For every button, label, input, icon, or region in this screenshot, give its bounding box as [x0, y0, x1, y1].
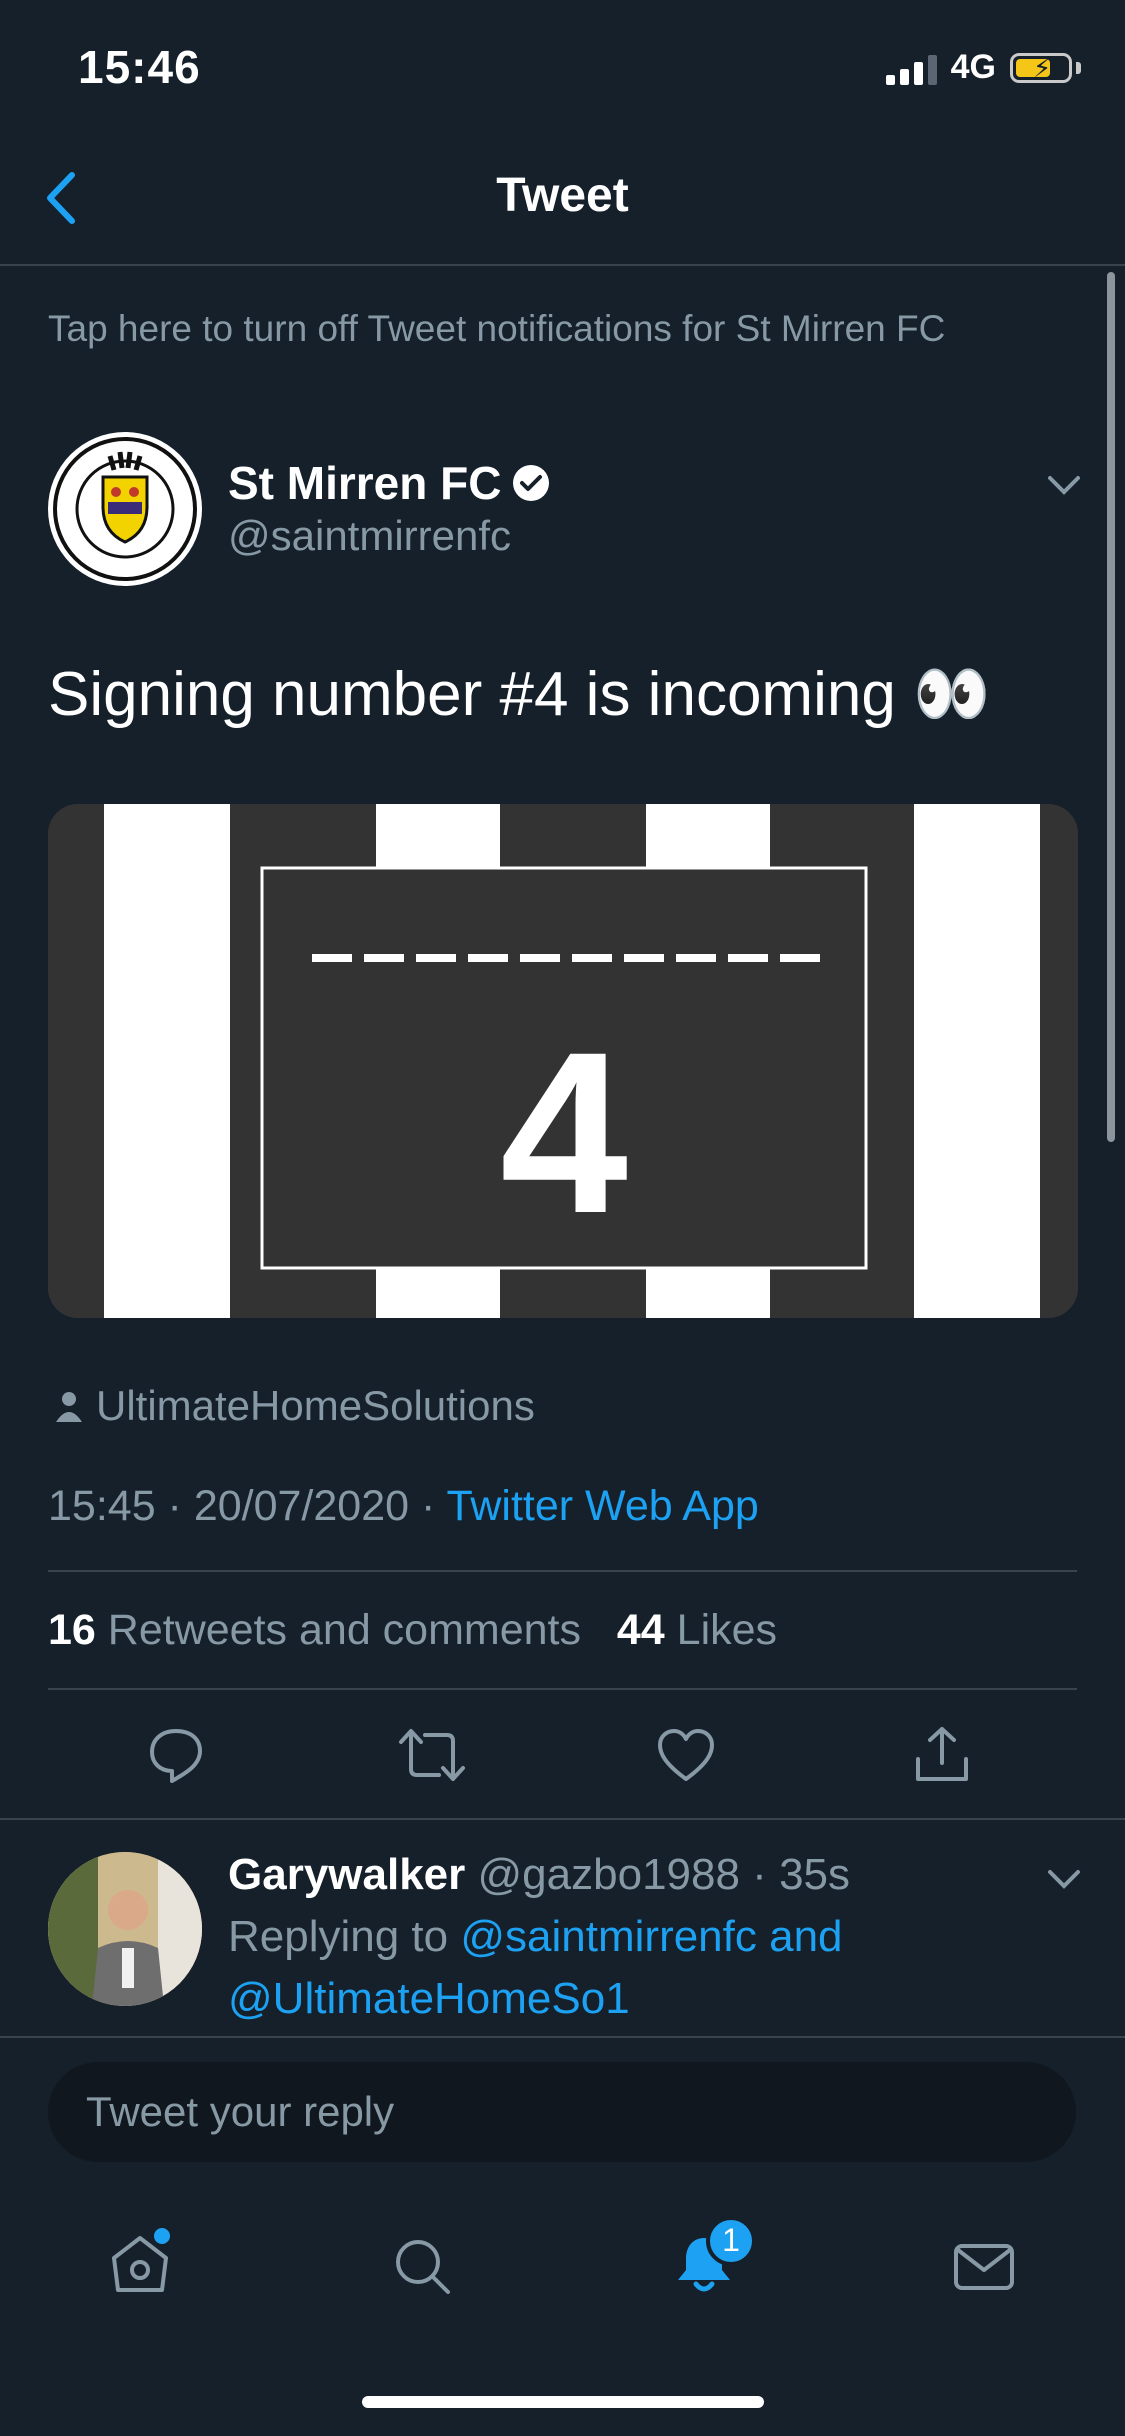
verified-badge-icon	[513, 465, 550, 501]
battery-icon: ⚡	[1010, 52, 1072, 83]
reply-icon[interactable]	[136, 1720, 216, 1790]
tweet-options-chevron-icon[interactable]	[1044, 464, 1084, 509]
media-number: 4	[500, 1004, 628, 1261]
tweet-stats[interactable]: 16 Retweets and comments 44 Likes	[48, 1606, 777, 1655]
replying-to: Replying to @saintmirrenfc and	[228, 1912, 843, 1961]
author-handle[interactable]: @saintmirrenfc	[228, 512, 511, 560]
notification-badge: 1	[706, 2215, 756, 2266]
tweet-time: 15:45	[48, 1482, 156, 1530]
tab-search[interactable]	[382, 2226, 462, 2306]
likes-count[interactable]: 44	[617, 1606, 665, 1654]
reply-input[interactable]: Tweet your reply	[48, 2062, 1076, 2162]
reply-author-avatar[interactable]	[48, 1852, 202, 2006]
reply-author-name[interactable]: Garywalker	[228, 1850, 465, 1899]
reply-age: 35s	[779, 1850, 851, 1899]
club-crest-logo	[50, 434, 200, 584]
retweet-icon[interactable]	[392, 1720, 472, 1790]
mention-link[interactable]: @UltimateHomeSo1	[228, 1974, 630, 2024]
search-icon	[396, 2240, 450, 2294]
tweet-date: 20/07/2020	[193, 1482, 410, 1530]
mention-link[interactable]: @saintmirrenfc and	[460, 1912, 842, 1961]
notification-toggle-bar[interactable]: Tap here to turn off Tweet notifications…	[48, 308, 945, 350]
tab-notifications[interactable]: 1	[664, 2215, 756, 2306]
signal-icon	[885, 51, 937, 85]
divider	[48, 1570, 1077, 1572]
page-title: Tweet	[496, 169, 629, 222]
author-name[interactable]: St Mirren FC	[228, 456, 501, 510]
tweet-meta: 15:45 · 20/07/2020 · Twitter Web App	[48, 1482, 759, 1530]
tweet-media-image[interactable]: 4	[48, 804, 1078, 1318]
tweet-text: Signing number #4 is incoming 👀	[48, 660, 991, 729]
network-label: 4G	[950, 48, 996, 86]
home-indicator[interactable]	[362, 2396, 764, 2408]
mail-icon	[954, 2244, 1014, 2290]
tab-messages[interactable]	[944, 2226, 1024, 2306]
header-divider	[0, 264, 1125, 266]
divider	[48, 1688, 1077, 1690]
author-avatar[interactable]	[48, 432, 202, 586]
status-indicators: 4G ⚡	[885, 48, 1081, 87]
divider	[0, 1818, 1125, 1820]
status-time: 15:46	[78, 41, 201, 93]
author-name-row[interactable]: St Mirren FC	[228, 456, 551, 510]
new-content-dot	[154, 2227, 170, 2244]
scrollbar[interactable]	[1107, 272, 1115, 1142]
reply-header[interactable]: Garywalker @gazbo1988 · 35s	[228, 1850, 850, 1900]
tweet-source-link[interactable]: Twitter Web App	[446, 1482, 758, 1530]
reply-options-chevron-icon[interactable]	[1044, 1858, 1084, 1903]
media-attribution[interactable]: UltimateHomeSolutions	[54, 1382, 535, 1430]
person-icon	[56, 1392, 82, 1422]
tab-home[interactable]	[100, 2226, 180, 2306]
like-heart-icon[interactable]	[646, 1720, 726, 1790]
divider	[0, 2036, 1125, 2038]
retweets-count[interactable]: 16	[48, 1606, 96, 1654]
reply-author-handle[interactable]: @gazbo1988	[478, 1850, 740, 1899]
share-icon[interactable]	[902, 1720, 982, 1790]
